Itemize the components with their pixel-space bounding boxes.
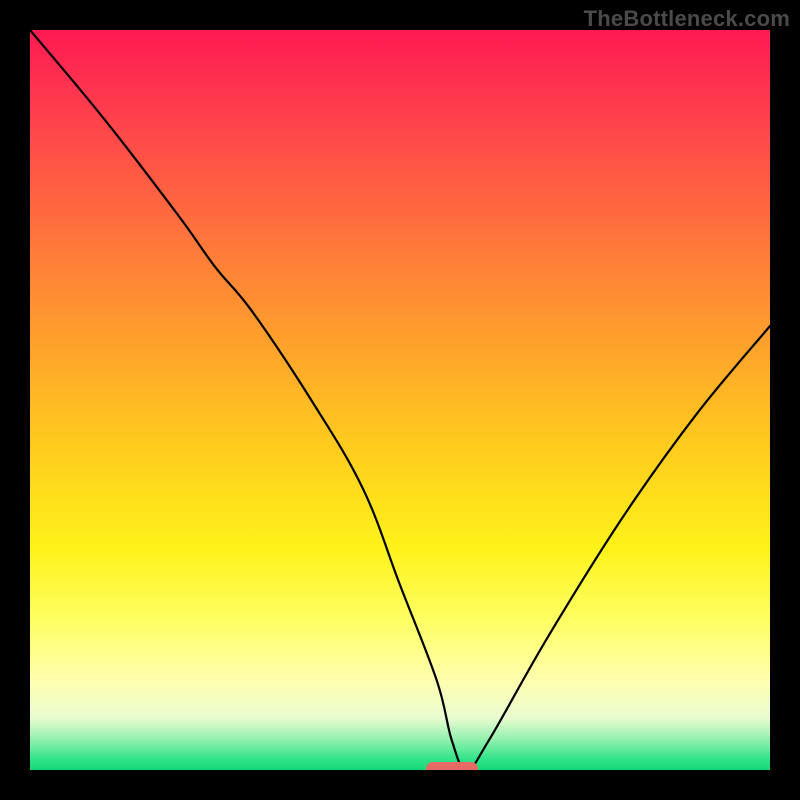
optimal-marker <box>426 762 478 770</box>
bottleneck-curve <box>30 30 770 770</box>
plot-area <box>30 30 770 770</box>
watermark-text: TheBottleneck.com <box>584 6 790 32</box>
chart-frame: TheBottleneck.com <box>0 0 800 800</box>
curve-path <box>30 30 770 770</box>
